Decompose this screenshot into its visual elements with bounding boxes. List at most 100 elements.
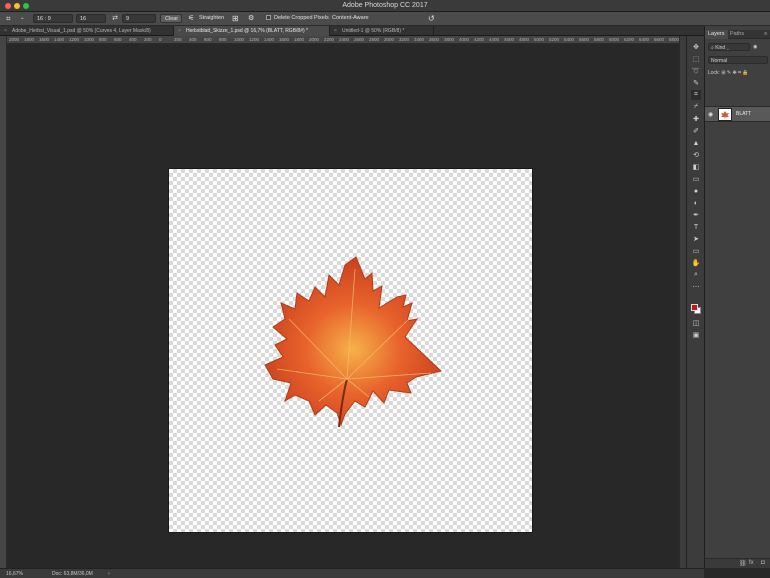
eye-icon[interactable]: ◉ (708, 111, 713, 118)
tab-untitled[interactable]: × Untitled-1 @ 50% (RGB/8) * (330, 26, 434, 36)
more-tools-icon[interactable]: ⋯ (691, 282, 701, 292)
ratio-width-input[interactable]: 16 (76, 14, 106, 23)
type-tool-icon[interactable]: T (691, 222, 701, 232)
ruler-tick-label: 800 (219, 37, 227, 42)
link-layers-icon[interactable]: ⛓ (739, 560, 747, 567)
ruler-tick-label: 1800 (294, 37, 305, 42)
maple-leaf[interactable] (169, 169, 532, 532)
straighten-icon[interactable]: ⚟ (188, 14, 198, 23)
quick-select-tool-icon[interactable]: ✎ (691, 78, 701, 88)
eyedropper-tool-icon[interactable]: ⌿ (691, 102, 701, 112)
panel-footer: ⛓ fx ◘ (705, 558, 770, 568)
close-icon[interactable]: × (178, 26, 181, 36)
app-title: Adobe Photoshop CC 2017 (342, 2, 428, 9)
dodge-tool-icon[interactable]: ◐ (691, 198, 701, 208)
ruler-tick-label: 1400 (54, 37, 65, 42)
title-bar: Adobe Photoshop CC 2017 (0, 0, 770, 12)
horizontal-ruler[interactable]: 2000 1800 1600 1400 1200 1000 800 600 400 200 0 200… (7, 36, 686, 44)
workspace[interactable] (7, 44, 686, 568)
ruler-tick-label: 6200 (624, 37, 635, 42)
lock-row: Lock: ⊞ ✎ ✥ ⌗ 🔒 (708, 70, 749, 76)
ruler-tick-label: 400 (129, 37, 137, 42)
ruler-tick-label: 2000 (9, 37, 20, 42)
document-canvas[interactable] (169, 169, 532, 532)
ruler-tick-label: 4200 (474, 37, 485, 42)
mask-icon[interactable]: ◘ (761, 560, 765, 566)
vertical-scrollbar[interactable] (679, 36, 686, 568)
foreground-color-swatch[interactable] (691, 304, 698, 311)
healing-brush-tool-icon[interactable]: ✚ (691, 114, 701, 124)
ruler-tick-label: 6000 (609, 37, 620, 42)
ratio-preset-select[interactable]: 16 : 9 (33, 14, 73, 23)
marquee-tool-icon[interactable]: ⬚ (691, 54, 701, 64)
vertical-ruler[interactable] (0, 36, 7, 568)
close-icon[interactable]: × (4, 26, 7, 36)
ruler-tick-label: 6400 (639, 37, 650, 42)
ruler-tick-label: 4600 (504, 37, 515, 42)
stamp-tool-icon[interactable]: ▲ (691, 138, 701, 148)
blend-mode-select[interactable]: Normal (708, 56, 768, 64)
ruler-tick-label: 5400 (564, 37, 575, 42)
ruler-tick-label: 1400 (264, 37, 275, 42)
ruler-tick-label: 3200 (399, 37, 410, 42)
ratio-height-input[interactable]: 9 (122, 14, 156, 23)
fx-icon[interactable]: fx (749, 560, 754, 566)
ruler-tick-label: 1600 (279, 37, 290, 42)
blur-tool-icon[interactable]: ● (691, 186, 701, 196)
ruler-tick-label: 1000 (234, 37, 245, 42)
ruler-tick-label: 3600 (429, 37, 440, 42)
brush-tool-icon[interactable]: ✐ (691, 126, 701, 136)
tab-herbstblatt[interactable]: × Herbstblatt_Skizze_1.psd @ 16,7% (BLATT… (174, 26, 330, 36)
swap-ratio-icon[interactable]: ⇄ (110, 14, 120, 23)
filter-kind-select[interactable]: ⌕ Kind ⌄ (708, 43, 750, 51)
move-tool-icon[interactable]: ✥ (691, 42, 701, 52)
tab-herbst-visual[interactable]: × Adobe_Herbst_Visual_1.psd @ 50% (Curves… (0, 26, 174, 36)
panel-menu-icon[interactable]: ≡ (761, 30, 770, 39)
gradient-tool-icon[interactable]: ▭ (691, 174, 701, 184)
ruler-tick-label: 3000 (384, 37, 395, 42)
zoom-level[interactable]: 16,67% (6, 571, 23, 577)
reset-icon[interactable]: ↺ (428, 14, 438, 23)
zoom-tool-icon[interactable]: ⌕ (691, 270, 701, 280)
shape-tool-icon[interactable]: ▭ (691, 246, 701, 256)
ruler-tick-label: 4400 (489, 37, 500, 42)
filter-toggle-icon[interactable]: ◉ (753, 43, 757, 51)
quick-mask-icon[interactable]: ◫ (691, 318, 701, 328)
gear-icon[interactable]: ⚙ (248, 14, 258, 23)
ruler-tick-label: 2000 (309, 37, 320, 42)
crop-tool-icon[interactable]: ⌗ (691, 90, 701, 100)
ruler-tick-label: 6600 (654, 37, 665, 42)
checkbox-icon[interactable] (266, 15, 271, 21)
lasso-tool-icon[interactable]: ➰ (691, 66, 701, 76)
straighten-label: Straighten (199, 15, 225, 21)
status-menu-icon[interactable]: › (108, 571, 110, 577)
hand-tool-icon[interactable]: ✋ (691, 258, 701, 268)
ruler-tick-label: 3400 (414, 37, 425, 42)
delete-cropped-checkbox[interactable]: Delete Cropped Pixels (266, 14, 336, 23)
grid-overlay-icon[interactable]: ⊞ (232, 14, 242, 23)
ruler-tick-label: 200 (174, 37, 182, 42)
crop-tool-preset-icon[interactable]: ⌗ (6, 14, 20, 23)
ruler-tick-label: 600 (114, 37, 122, 42)
ruler-tick-label: 1200 (69, 37, 80, 42)
history-brush-tool-icon[interactable]: ⟲ (691, 150, 701, 160)
ruler-tick-label: 6800 (669, 37, 680, 42)
tab-layers[interactable]: Layers (705, 30, 728, 39)
path-select-tool-icon[interactable]: ➤ (691, 234, 701, 244)
clear-button[interactable]: Clear (160, 14, 182, 23)
options-bar: ⌗ ⌄ 16 : 9 16 ⇄ 9 Clear ⚟ Straighten ⊞ ⚙… (0, 12, 770, 26)
eraser-tool-icon[interactable]: ◧ (691, 162, 701, 172)
pen-tool-icon[interactable]: ✒ (691, 210, 701, 220)
close-icon[interactable]: × (334, 26, 337, 36)
screen-mode-icon[interactable]: ▣ (691, 330, 701, 340)
ruler-tick-label: 600 (204, 37, 212, 42)
leaf-thumbnail-icon (721, 110, 729, 119)
ruler-tick-label: 1800 (24, 37, 35, 42)
tab-paths[interactable]: Paths (727, 30, 747, 39)
layer-row-blatt[interactable]: ◉ BLATT (705, 106, 770, 122)
ruler-tick-label: 200 (144, 37, 152, 42)
ruler-tick-label: 2400 (339, 37, 350, 42)
ruler-tick-label: 1000 (84, 37, 95, 42)
chevron-down-icon[interactable]: ⌄ (20, 14, 26, 23)
ruler-tick-label: 0 (159, 37, 162, 42)
